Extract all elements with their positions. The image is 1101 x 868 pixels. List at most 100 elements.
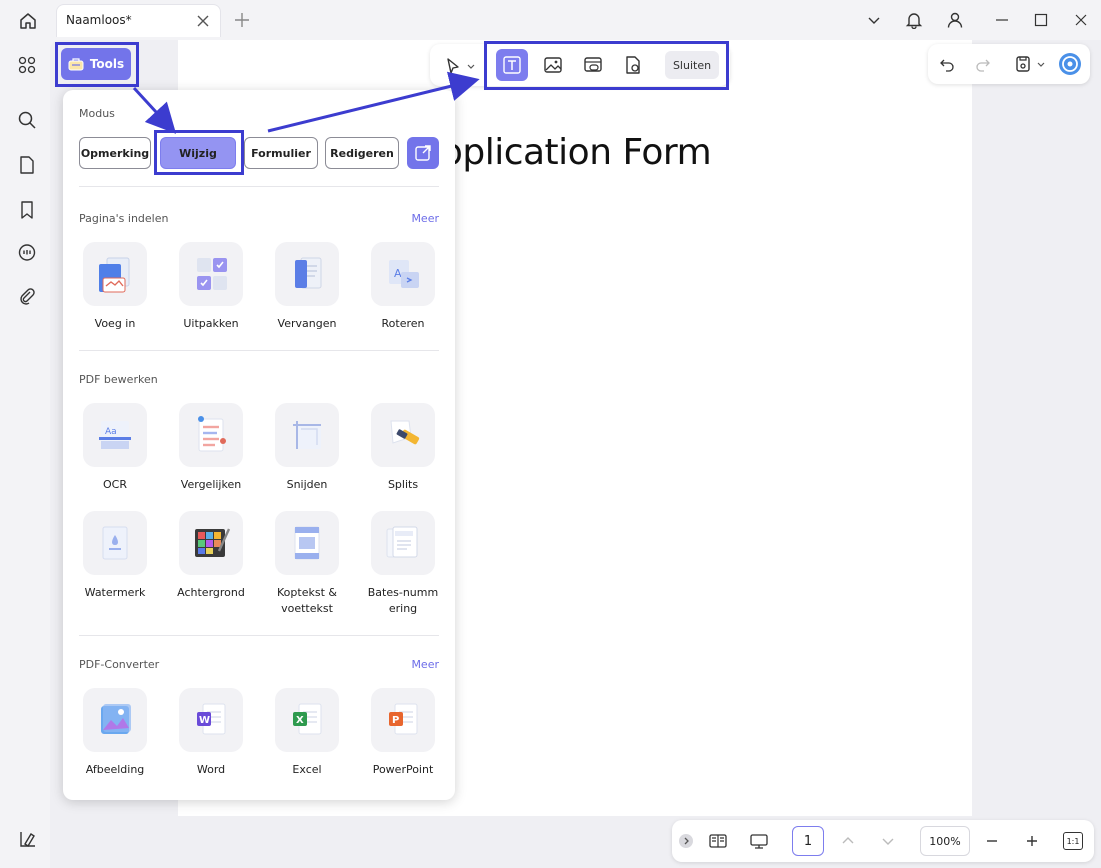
tool-roteren[interactable]: A Roteren [355,242,451,332]
divider [79,186,439,187]
search-icon[interactable] [14,107,40,133]
close-icon[interactable] [196,14,210,28]
tool-label: Vergelijken [180,478,242,491]
extract-pages-icon [179,242,243,306]
zoom-level-input[interactable]: 100% [920,826,970,856]
excel-icon: X [275,688,339,752]
undo-icon[interactable] [932,50,962,78]
page-number-input[interactable]: 1 [792,826,824,856]
zoom-out-icon[interactable] [980,829,1004,853]
watermark-icon [83,511,147,575]
tool-uitpakken[interactable]: Uitpakken [163,242,259,332]
attachment-icon[interactable] [14,284,40,310]
presentation-icon[interactable] [747,829,771,853]
zoom-in-icon[interactable] [1020,829,1044,853]
tool-watermerk[interactable]: Watermerk [67,511,163,601]
crop-icon [275,403,339,467]
powerpoint-icon: P [371,688,435,752]
title-bar: Naamloos* [0,0,1101,40]
modus-label: Modus [79,107,115,120]
svg-text:A: A [394,267,402,280]
tool-powerpoint[interactable]: P PowerPoint [355,688,451,778]
tool-label: Bates-numm ering [367,586,439,615]
bell-icon[interactable] [902,8,926,32]
tool-label: Roteren [381,317,425,330]
tool-label: Snijden [286,478,328,491]
chevron-down-icon[interactable] [876,829,900,853]
left-rail [0,40,50,868]
annotation-box-toolbar [484,41,729,90]
page-icon[interactable] [14,152,40,178]
svg-text:P: P [392,715,399,726]
maximize-icon[interactable] [1029,8,1053,32]
tool-label: OCR [103,478,127,491]
tool-label: Afbeelding [85,763,145,776]
ocr-icon: Aa [83,403,147,467]
tab-title: Naamloos* [66,13,132,27]
document-title-text[interactable]: pplication Form [440,132,712,173]
divider [79,635,439,636]
tools-panel: Modus Opmerking Wijzig Formulier Rediger… [63,90,455,800]
tool-ocr[interactable]: Aa OCR [67,403,163,493]
tool-koptekst-voettekst[interactable]: Koptekst & voettekst [259,511,355,617]
tool-vervangen[interactable]: Vervangen [259,242,355,332]
chevron-right-icon[interactable] [676,829,696,853]
tool-label: PowerPoint [372,763,434,776]
chevron-down-icon[interactable] [464,52,478,80]
tool-label: Achtergrond [177,586,245,599]
grid-icon[interactable] [14,52,40,78]
window-close-icon[interactable] [1069,8,1093,32]
mode-formulier-button[interactable]: Formulier [244,137,318,169]
header-footer-icon [275,511,339,575]
image-convert-icon [83,688,147,752]
bottom-navigation-bar: 1 100% 1:1 [672,820,1094,862]
chevron-down-icon[interactable] [1034,50,1048,78]
document-tab[interactable]: Naamloos* [56,4,221,37]
external-open-icon[interactable] [407,137,439,169]
tool-label: Voeg in [94,317,136,330]
comment-icon[interactable] [14,240,40,266]
tool-vergelijken[interactable]: Vergelijken [163,403,259,493]
tool-label: Splits [387,478,419,491]
svg-text:Aa: Aa [105,427,117,437]
actual-size-button[interactable]: 1:1 [1060,829,1086,853]
tool-label: Word [196,763,226,776]
section-title-pdf-converter: PDF-Converter [79,658,160,671]
redo-icon[interactable] [968,50,998,78]
tool-splits[interactable]: Splits [355,403,451,493]
section-title-pagina-indelen: Pagina's indelen [79,212,169,225]
word-icon: W [179,688,243,752]
annotation-box-wijzig [154,130,244,175]
divider [79,350,439,351]
replace-pages-icon [275,242,339,306]
meer-link-pdf-converter[interactable]: Meer [411,658,439,671]
user-icon[interactable] [943,8,967,32]
rotate-pages-icon: A [371,242,435,306]
mode-redigeren-button[interactable]: Redigeren [325,137,399,169]
bates-numbering-icon [371,511,435,575]
tool-voeg-in[interactable]: Voeg in [67,242,163,332]
actual-size-label: 1:1 [1063,832,1083,850]
tool-label: Vervangen [277,317,337,330]
svg-text:W: W [199,715,210,726]
meer-link-pagina-indelen[interactable]: Meer [411,212,439,225]
book-view-icon[interactable] [706,829,730,853]
section-title-pdf-bewerken: PDF bewerken [79,373,158,386]
chevron-down-icon[interactable] [862,8,886,32]
tool-label: Koptekst & voettekst [277,586,337,615]
ai-assistant-icon[interactable] [1056,50,1084,78]
mode-opmerking-button[interactable]: Opmerking [79,137,151,169]
chevron-up-icon[interactable] [836,829,860,853]
tool-bates-nummering[interactable]: Bates-numm ering [355,511,451,617]
sidebar-toggle-icon[interactable] [17,828,39,850]
tool-afbeelding[interactable]: Afbeelding [67,688,163,778]
tool-achtergrond[interactable]: Achtergrond [163,511,259,601]
tool-excel[interactable]: X Excel [259,688,355,778]
tool-snijden[interactable]: Snijden [259,403,355,493]
tool-label: Uitpakken [183,317,239,330]
home-icon[interactable] [14,8,42,34]
bookmark-icon[interactable] [14,197,40,223]
plus-icon[interactable] [232,10,252,30]
tool-word[interactable]: W Word [163,688,259,778]
minimize-icon[interactable] [990,8,1014,32]
